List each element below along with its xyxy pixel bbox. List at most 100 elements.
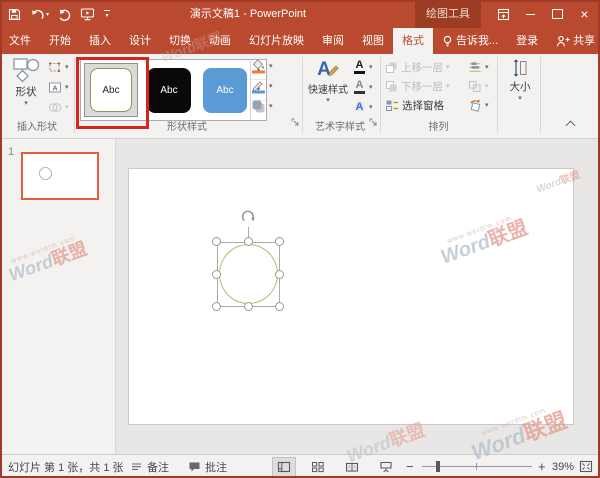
merge-shapes-icon [48,101,62,114]
merge-shapes-button[interactable]: ▾ [48,99,69,115]
text-effects-button[interactable]: A ▾ [353,99,373,115]
align-button[interactable]: ▾ [468,59,489,75]
zoom-in-button[interactable]: + [538,455,546,478]
rotate-button[interactable]: ▾ [468,97,489,113]
slide-thumbnail-panel: 1 [0,139,116,454]
undo-dropdown-caret[interactable]: ▾ [46,11,49,18]
zoom-out-button[interactable]: − [406,455,414,478]
circle-shape[interactable] [219,244,278,304]
selection-pane-icon [385,99,399,112]
slide-page[interactable] [128,168,574,425]
bring-forward-button[interactable]: 上移一层 ▾ [385,59,450,75]
collapse-ribbon-button[interactable] [567,122,574,129]
slideshow-view-icon [379,461,393,473]
resize-handle-se[interactable] [275,302,284,311]
rotate-handle[interactable] [240,209,257,226]
minimize-button[interactable] [517,0,544,28]
shape-styles-dialog-launcher[interactable] [291,118,300,127]
qat-customize-button[interactable]: ▾ [104,10,110,19]
insert-shapes-group-label: 插入形状 [0,121,74,134]
text-outline-button[interactable]: A ▾ [353,79,373,95]
shape-effects-button[interactable]: ▾ [251,98,273,114]
wordart-styles-group-label: 艺术字样式 [302,121,378,134]
tell-me-button[interactable]: 告诉我... [433,28,507,54]
slide-thumbnail[interactable] [21,152,99,200]
close-button[interactable]: × [571,0,598,28]
shape-effects-icon [251,99,266,114]
resize-handle-n[interactable] [244,237,253,246]
resize-handle-ne[interactable] [275,237,284,246]
size-button-label: 大小 [510,79,531,94]
fit-slide-button[interactable] [579,455,593,478]
lightbulb-icon [442,35,453,48]
shape-style-thumbnail-1[interactable]: Abc [90,68,132,112]
tab-transitions[interactable]: 切换 [160,28,200,54]
align-icon [468,61,482,74]
tab-slideshow[interactable]: 幻灯片放映 [240,28,313,54]
shape-fill-button[interactable]: ▾ [251,58,273,74]
powerpoint-window: ▾ ▾ 演示文稿1 - PowerPoint 绘图工具 × [0,0,600,478]
resize-handle-sw[interactable] [212,302,221,311]
resize-handle-s[interactable] [244,302,253,311]
send-backward-button[interactable]: 下移一层 ▾ [385,78,450,94]
collapse-ribbon-icon [566,121,576,131]
comments-button[interactable]: 批注 [188,455,227,478]
shape-style-thumbnail-2[interactable]: Abc [147,68,191,113]
group-objects-caret: ▾ [485,83,489,90]
shape-outline-caret: ▾ [269,83,273,90]
notes-label: 备注 [147,459,169,475]
shape-style-thumbnail-3[interactable]: Abc [203,68,247,113]
thumbnail-circle-shape [39,167,52,180]
redo-button[interactable] [58,8,71,21]
share-label: 共享 [573,28,595,54]
shapes-button[interactable]: 形状 ▾ [5,58,47,120]
maximize-button[interactable] [544,0,571,28]
ribbon-display-options-button[interactable] [490,0,517,28]
tab-format[interactable]: 格式 [393,28,433,54]
save-button[interactable] [8,8,21,21]
zoom-slider-thumb[interactable] [436,461,440,472]
group-objects-button[interactable]: ▾ [468,78,489,94]
wordart-styles-dialog-launcher[interactable] [369,118,378,127]
tab-animations[interactable]: 动画 [200,28,240,54]
sign-in-button[interactable]: 登录 [507,28,547,54]
text-outline-icon: A [353,80,366,94]
tab-design[interactable]: 设计 [120,28,160,54]
resize-handle-e[interactable] [275,270,284,279]
text-box-button[interactable]: A ▾ [48,79,69,95]
tab-home[interactable]: 开始 [40,28,80,54]
tab-file[interactable]: 文件 [0,28,40,54]
drawing-tools-contextual-label: 绘图工具 [415,0,481,28]
reading-view-button[interactable] [340,457,364,477]
group-divider [540,57,541,133]
zoom-slider[interactable] [422,466,532,467]
text-box-icon: A [48,81,62,94]
start-slideshow-button[interactable] [80,7,95,21]
gallery-item-selected-frame[interactable]: Abc [84,63,138,117]
notes-button[interactable]: 备注 [130,455,169,478]
selection-pane-button[interactable]: 选择窗格 [385,97,444,113]
zoom-slider-track[interactable] [422,466,532,467]
status-bar: 幻灯片 第 1 张，共 1 张 备注 批注 − [0,454,600,478]
person-plus-icon [556,35,570,48]
share-button[interactable]: 共享 [547,28,600,54]
resize-handle-w[interactable] [212,270,221,279]
normal-view-button[interactable] [272,457,296,477]
zoom-level[interactable]: 39% [552,455,574,478]
resize-handle-nw[interactable] [212,237,221,246]
send-backward-icon [385,80,398,93]
text-fill-button[interactable]: A ▾ [353,59,373,75]
quick-styles-button[interactable]: A 快速样式 ▾ [305,58,351,120]
slide-sorter-view-button[interactable] [306,457,330,477]
shapes-button-label: 形状 [16,84,37,99]
tab-insert[interactable]: 插入 [80,28,120,54]
edit-shape-button[interactable]: ▾ [48,59,69,75]
shape-outline-button[interactable]: ▾ [251,78,273,94]
size-button[interactable]: 大小 ▾ [501,58,539,120]
slideshow-view-button[interactable] [374,457,398,477]
undo-button[interactable]: ▾ [30,8,49,21]
tab-view[interactable]: 视图 [353,28,393,54]
shape-effects-caret: ▾ [269,103,273,110]
tab-review[interactable]: 审阅 [313,28,353,54]
dialog-launcher-icon [369,118,378,127]
